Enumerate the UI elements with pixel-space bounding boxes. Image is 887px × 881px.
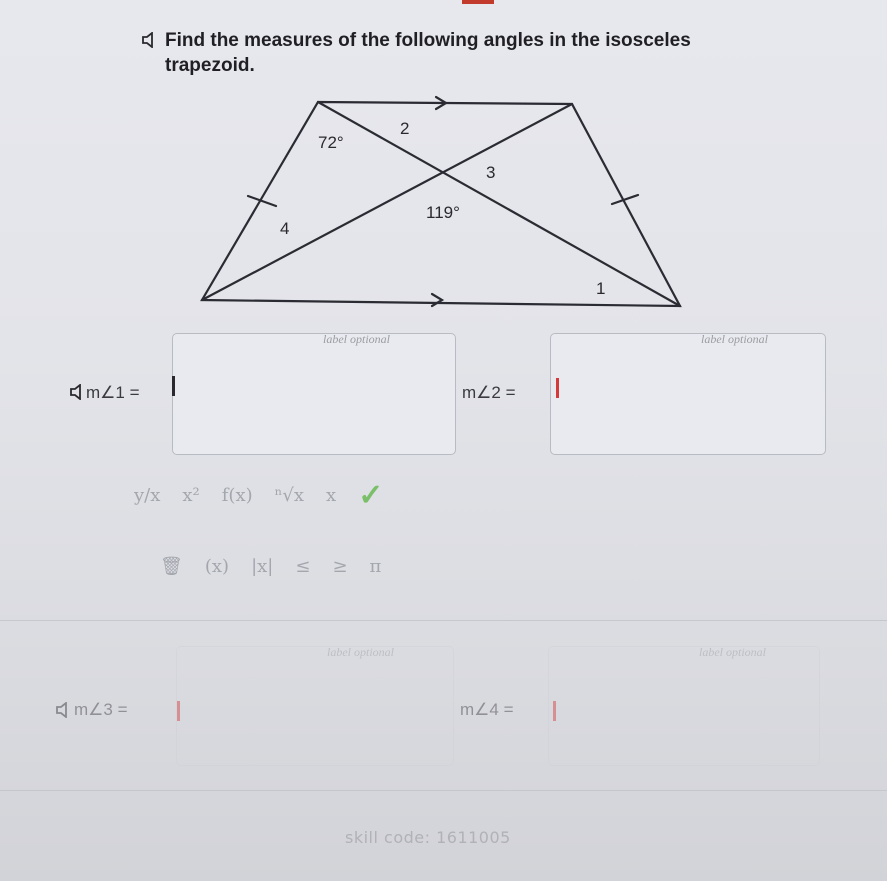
angle-3-label: m∠3 = bbox=[74, 700, 128, 719]
angle-1-label: m∠1 = bbox=[86, 383, 140, 402]
label-2: 2 bbox=[400, 119, 409, 138]
math-toolbar-row2: 🗑 (x) |x| ≤ ≥ π bbox=[160, 556, 403, 577]
trash-button[interactable]: 🗑 bbox=[160, 556, 183, 577]
speaker-icon[interactable] bbox=[70, 383, 84, 401]
angle-4-label: m∠4 = bbox=[460, 700, 514, 719]
angle-2-box-label: label optional bbox=[701, 332, 768, 346]
angle-2-input[interactable]: label optional bbox=[550, 332, 826, 455]
label-72: 72° bbox=[318, 133, 344, 152]
angle-2-label: m∠2 = bbox=[462, 383, 516, 402]
fraction-button[interactable]: y/x bbox=[134, 485, 160, 506]
label-3: 3 bbox=[486, 163, 495, 182]
divider bbox=[0, 790, 887, 791]
divider bbox=[0, 620, 887, 621]
angle-3-box-label: label optional bbox=[327, 645, 394, 659]
speaker-icon[interactable] bbox=[56, 701, 70, 719]
text-cursor bbox=[553, 701, 556, 721]
question-text: Find the measures of the following angle… bbox=[165, 30, 691, 76]
top-accent-bar bbox=[462, 0, 494, 4]
math-toolbar: y/x x² f(x) ⁿ√x x ✓ bbox=[134, 478, 405, 513]
text-cursor bbox=[177, 701, 180, 721]
exponent-button[interactable]: x² bbox=[182, 485, 199, 506]
angle-4-input[interactable]: label optional bbox=[548, 645, 820, 766]
skill-code: skill code: 1611005 bbox=[345, 828, 511, 847]
angle-4-box-label: label optional bbox=[699, 645, 766, 659]
absolute-value-button[interactable]: |x| bbox=[251, 556, 273, 577]
text-cursor bbox=[172, 376, 175, 396]
root-button[interactable]: ⁿ√x bbox=[275, 485, 304, 506]
trapezoid-figure: 72° 2 3 119° 4 1 bbox=[200, 95, 682, 308]
submit-check-button[interactable]: ✓ bbox=[358, 478, 383, 513]
parentheses-button[interactable]: (x) bbox=[205, 556, 229, 577]
text-cursor bbox=[556, 378, 559, 398]
label-119: 119° bbox=[426, 203, 460, 222]
subscript-button[interactable]: x bbox=[326, 485, 336, 506]
pi-button[interactable]: π bbox=[370, 556, 382, 577]
speaker-icon[interactable] bbox=[142, 31, 156, 49]
label-4: 4 bbox=[280, 219, 289, 238]
label-1: 1 bbox=[596, 279, 605, 298]
angle-3-input[interactable]: label optional bbox=[176, 645, 454, 766]
angle-1-box-label: label optional bbox=[323, 332, 390, 346]
less-equal-button[interactable]: ≤ bbox=[295, 556, 310, 577]
greater-equal-button[interactable]: ≥ bbox=[332, 556, 347, 577]
angle-1-input[interactable]: label optional bbox=[172, 332, 456, 455]
function-button[interactable]: f(x) bbox=[222, 485, 253, 506]
